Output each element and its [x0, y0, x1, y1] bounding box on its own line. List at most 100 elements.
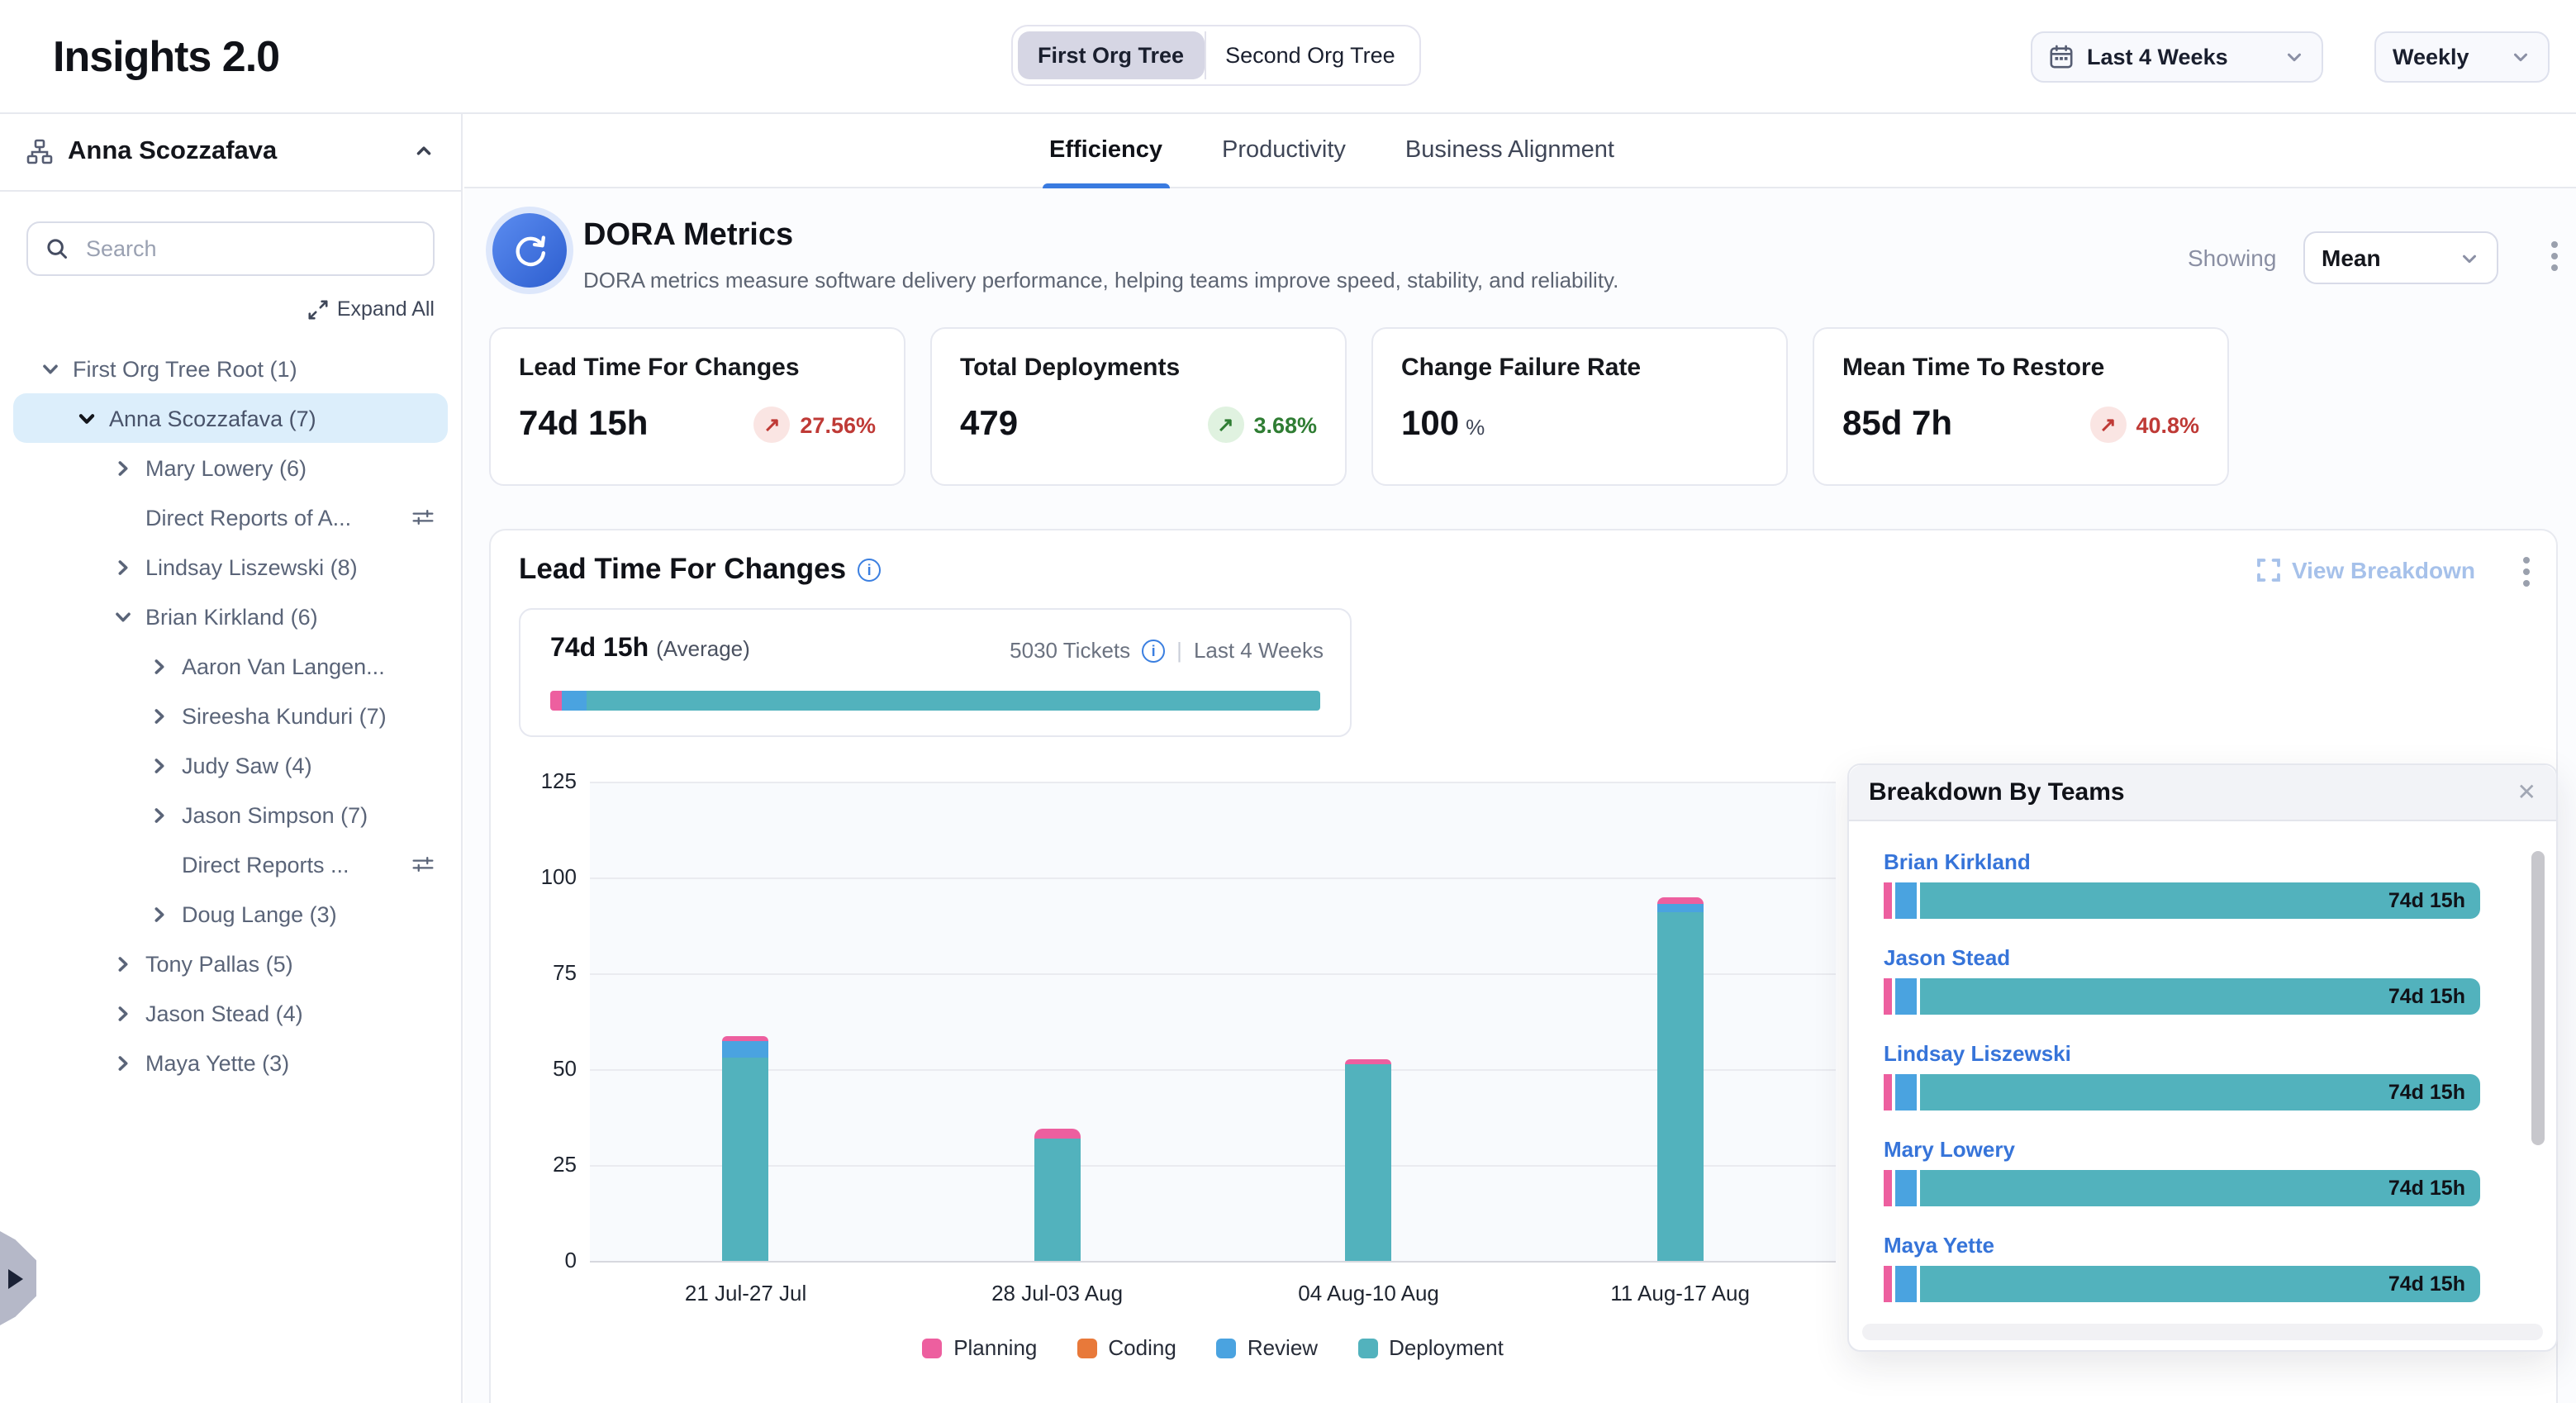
scrollbar-thumb[interactable]: [2531, 851, 2545, 1145]
y-axis-label: 125: [504, 768, 577, 793]
sidebar-search[interactable]: [26, 221, 435, 276]
metric-card-title: Mean Time To Restore: [1842, 354, 2199, 382]
showing-dropdown[interactable]: Mean: [2303, 231, 2498, 284]
top-bar: Insights 2.0 First Org TreeSecond Org Tr…: [0, 0, 2576, 114]
legend-item-deployment[interactable]: Deployment: [1357, 1335, 1504, 1360]
legend-swatch: [922, 1338, 942, 1358]
tree-item-tony-pallas[interactable]: Tony Pallas (5): [0, 939, 461, 988]
chevron-down-icon: [2284, 46, 2305, 68]
toggle-option-second-org-tree[interactable]: Second Org Tree: [1204, 31, 1415, 79]
team-link-brian-kirkland[interactable]: Brian Kirkland: [1884, 849, 2031, 874]
tree-item-lindsay-liszewski[interactable]: Lindsay Liszewski (8): [0, 542, 461, 592]
team-bar-segment-review: [1896, 882, 1918, 919]
view-breakdown-button[interactable]: View Breakdown: [2257, 557, 2475, 583]
legend-item-review[interactable]: Review: [1216, 1335, 1318, 1360]
legend-label: Review: [1248, 1335, 1318, 1360]
team-link-maya-yette[interactable]: Maya Yette: [1884, 1233, 1994, 1258]
chart-bar-11-aug-17-aug[interactable]: [1657, 782, 1704, 1261]
team-link-jason-stead[interactable]: Jason Stead: [1884, 945, 2010, 970]
tree-item-brian-kirkland[interactable]: Brian Kirkland (6): [0, 592, 461, 641]
filter-sliders-icon[interactable]: [411, 506, 435, 529]
team-bar-segment-review: [1896, 978, 1918, 1015]
search-input[interactable]: [83, 235, 416, 263]
dora-title: DORA Metrics: [583, 218, 793, 254]
sidebar-user-header[interactable]: Anna Scozzafava: [0, 112, 461, 192]
chevron-down-icon: [2459, 247, 2480, 269]
tree-item-direct-reports-of-a[interactable]: Direct Reports of A...: [0, 492, 461, 542]
team-bar-value: 74d 15h: [2388, 1177, 2480, 1200]
tab-efficiency[interactable]: Efficiency: [1049, 112, 1162, 188]
chart-bar-04-aug-10-aug[interactable]: [1346, 782, 1392, 1261]
team-bar-segment-review: [1896, 1170, 1918, 1206]
toggle-option-first-org-tree[interactable]: First Org Tree: [1018, 31, 1204, 79]
delta-badge: ↗40.8%: [2089, 407, 2199, 443]
panel-scrollbar[interactable]: [2531, 848, 2545, 1261]
chart-bar-28-jul-03-aug[interactable]: [1034, 782, 1081, 1261]
tree-item-aaron-van-langen[interactable]: Aaron Van Langen...: [0, 641, 461, 691]
team-link-mary-lowery[interactable]: Mary Lowery: [1884, 1137, 2015, 1162]
team-bar-segment-deployment: 74d 15h: [1921, 1170, 2480, 1206]
team-bar-value: 74d 15h: [2388, 1272, 2480, 1296]
section-kebab-menu[interactable]: [2523, 557, 2530, 587]
tree-item-anna-scozzafava[interactable]: Anna Scozzafava (7): [13, 393, 448, 443]
tab-business-alignment[interactable]: Business Alignment: [1405, 112, 1614, 188]
breakdown-panel-title: Breakdown By Teams: [1869, 778, 2517, 806]
breakdown-row-mary-lowery: Mary Lowery 74d 15h: [1884, 1135, 2480, 1206]
team-bar-value: 74d 15h: [2388, 1081, 2480, 1104]
breakdown-row-jason-stead: Jason Stead 74d 15h: [1884, 944, 2480, 1015]
trend-up-icon: ↗: [2099, 413, 2116, 436]
legend-item-planning[interactable]: Planning: [922, 1335, 1037, 1360]
team-link-lindsay-liszewski[interactable]: Lindsay Liszewski: [1884, 1041, 2071, 1066]
chevron-down-icon: [2510, 46, 2531, 68]
team-bar: 74d 15h: [1884, 1170, 2480, 1206]
tree-item-jason-stead[interactable]: Jason Stead (4): [0, 988, 461, 1038]
close-icon[interactable]: ✕: [2517, 778, 2536, 806]
metric-card-value: 479: [960, 405, 1018, 445]
tree-item-first-org-tree-root[interactable]: First Org Tree Root (1): [0, 344, 461, 393]
chart-bar-21-jul-27-jul[interactable]: [723, 782, 769, 1261]
breakdown-panel: Breakdown By Teams ✕ Brian Kirkland 74d …: [1847, 763, 2558, 1352]
chart-legend: Planning Coding Review Deployment: [590, 1335, 1836, 1360]
tree-item-maya-yette[interactable]: Maya Yette (3): [0, 1038, 461, 1087]
granularity-dropdown[interactable]: Weekly: [2374, 31, 2550, 83]
metric-card-title: Lead Time For Changes: [519, 354, 876, 382]
team-bar-segment-deployment: 74d 15h: [1921, 978, 2480, 1015]
expand-all-label: Expand All: [337, 297, 435, 321]
section-title: Lead Time For Changes i: [519, 552, 881, 587]
insights-dashboard: Insights 2.0 First Org TreeSecond Org Tr…: [0, 0, 2576, 1403]
filter-sliders-icon[interactable]: [411, 853, 435, 876]
info-icon[interactable]: i: [1142, 639, 1165, 662]
metric-card-value: 74d 15h: [519, 405, 648, 445]
summary-range: Last 4 Weeks: [1194, 638, 1324, 663]
team-bar-segment-planning: [1884, 1074, 1893, 1111]
team-bar: 74d 15h: [1884, 1074, 2480, 1111]
metric-card-total-deployments: Total Deployments479↗3.68%: [930, 327, 1347, 486]
expand-all-button[interactable]: Expand All: [26, 297, 435, 321]
tree-item-doug-lange[interactable]: Doug Lange (3): [0, 889, 461, 939]
bar-segment-review: [1657, 903, 1704, 912]
tree-item-judy-saw[interactable]: Judy Saw (4): [0, 740, 461, 790]
org-chart-icon: [26, 138, 53, 164]
tree-item-mary-lowery[interactable]: Mary Lowery (6): [0, 443, 461, 492]
tab-productivity[interactable]: Productivity: [1222, 112, 1346, 188]
date-range-dropdown[interactable]: Last 4 Weeks: [2031, 31, 2323, 83]
dora-description: DORA metrics measure software delivery p…: [583, 268, 1618, 292]
dora-metrics-icon: [492, 213, 567, 288]
x-axis-label: 04 Aug-10 Aug: [1253, 1281, 1485, 1306]
tree-item-jason-simpson[interactable]: Jason Simpson (7): [0, 790, 461, 839]
panel-horizontal-scrollbar[interactable]: [1862, 1324, 2543, 1340]
y-axis-label: 0: [504, 1248, 577, 1272]
metric-card-value: 85d 7h: [1842, 405, 1952, 445]
x-axis-label: 11 Aug-17 Aug: [1565, 1281, 1796, 1306]
tree-item-sireesha-kunduri[interactable]: Sireesha Kunduri (7): [0, 691, 461, 740]
tree-item-direct-reports[interactable]: Direct Reports ...: [0, 839, 461, 889]
team-bar-value: 74d 15h: [2388, 889, 2480, 912]
gridline: [590, 1164, 1836, 1166]
legend-swatch: [1077, 1338, 1096, 1358]
y-axis-label: 25: [504, 1152, 577, 1177]
chevron-up-icon[interactable]: [413, 140, 435, 162]
dora-kebab-menu[interactable]: [2551, 241, 2558, 271]
legend-item-coding[interactable]: Coding: [1077, 1335, 1176, 1360]
info-icon[interactable]: i: [858, 558, 881, 581]
org-tree-toggle: First Org TreeSecond Org Tree: [1011, 25, 1422, 86]
